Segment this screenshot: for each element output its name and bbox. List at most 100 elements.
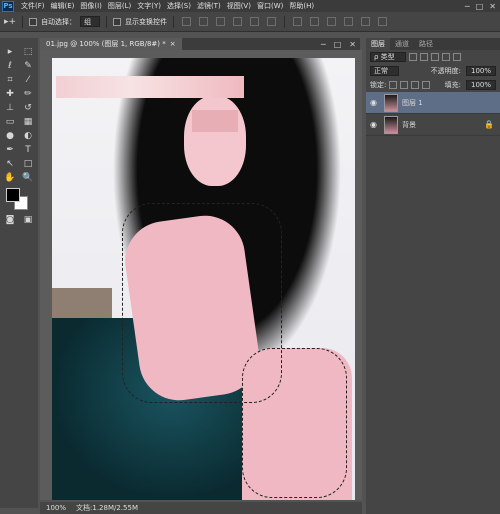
align-hcenter-icon[interactable] [250,17,260,26]
zoom-tool-icon[interactable]: 🔍 [20,172,36,184]
screen-mode-icon[interactable]: ▣ [20,214,36,226]
close-tab-icon[interactable]: × [170,40,176,48]
filter-smart-icon[interactable] [452,53,461,61]
opacity-label: 不透明度: [430,67,461,75]
history-brush-tool-icon[interactable]: ↺ [20,102,36,114]
quick-select-tool-icon[interactable]: ✎ [20,60,36,72]
blur-tool-icon[interactable]: ● [2,130,18,142]
auto-select-checkbox[interactable] [29,17,38,26]
maximize-icon[interactable]: □ [476,2,484,11]
document-window-controls: ─ □ ✕ [321,40,356,49]
move-tool-preset-icon[interactable]: ▸+ [4,17,16,27]
options-bar: ▸+ 自动选择： 组 显示变换控件 [0,12,500,32]
close-icon[interactable]: ✕ [489,2,496,11]
fill-input[interactable]: 100% [465,80,496,90]
visibility-eye-icon[interactable]: ◉ [370,98,380,107]
marquee-tool-icon[interactable]: ⬚ [20,46,36,58]
menu-edit[interactable]: 编辑(E) [48,1,78,11]
layer-filter-dropdown[interactable]: ρ 类型 [370,52,406,62]
menu-help[interactable]: 帮助(H) [286,1,317,11]
distribute-right-icon[interactable] [378,17,388,26]
distribute-vcenter-icon[interactable] [310,17,320,26]
menu-layer[interactable]: 图层(L) [105,1,134,11]
brush-tool-icon[interactable]: ✏ [20,88,36,100]
auto-select-dropdown[interactable]: 组 [80,16,101,27]
clone-stamp-tool-icon[interactable]: ⊥ [2,102,18,114]
tools-panel: ▸ ⬚ ℓ ✎ ⌗ ⁄ ✚ ✏ ⊥ ↺ ▭ ▦ ● ◐ ✒ T ↖ □ ✋ 🔍 … [0,38,38,508]
menu-bar: Ps 文件(F) 编辑(E) 图像(I) 图层(L) 文字(Y) 选择(S) 滤… [0,0,500,12]
align-bottom-icon[interactable] [216,17,226,26]
document-tab-bar: 01.jpg @ 100% (图层 1, RGB/8#) * × ─ □ ✕ [40,38,360,50]
document-title: 01.jpg @ 100% (图层 1, RGB/8#) * [46,40,166,48]
pen-tool-icon[interactable]: ✒ [2,144,18,156]
visibility-eye-icon[interactable]: ◉ [370,120,380,129]
menu-window[interactable]: 窗口(W) [254,1,286,11]
filter-pixel-icon[interactable] [408,53,417,61]
align-left-icon[interactable] [233,17,243,26]
selection-marquee [242,348,347,498]
gradient-tool-icon[interactable]: ▦ [20,116,36,128]
minimize-icon[interactable]: ─ [465,2,470,11]
tab-channels[interactable]: 通道 [390,38,414,50]
zoom-level[interactable]: 100% [46,504,66,512]
show-transform-checkbox[interactable] [113,17,122,26]
menu-file[interactable]: 文件(F) [18,1,48,11]
align-vcenter-icon[interactable] [199,17,209,26]
crop-tool-icon[interactable]: ⌗ [2,74,18,86]
type-tool-icon[interactable]: T [20,144,36,156]
divider [173,15,175,28]
document-size: 文档:1.28M/2.55M [76,504,138,512]
menu-image[interactable]: 图像(I) [77,1,105,11]
canvas-area[interactable] [40,50,362,500]
close-icon[interactable]: ✕ [349,40,356,49]
menu-filter[interactable]: 滤镜(T) [194,1,224,11]
dodge-tool-icon[interactable]: ◐ [20,130,36,142]
distribute-hcenter-icon[interactable] [361,17,371,26]
layer-row-layer1[interactable]: ◉ 图层 1 [366,92,500,114]
lock-pixels-icon[interactable] [400,81,409,89]
minimize-icon[interactable]: ─ [321,40,326,49]
foreground-color-swatch[interactable] [6,188,20,202]
distribute-left-icon[interactable] [344,17,354,26]
lock-label: 锁定: [370,81,387,89]
distribute-bottom-icon[interactable] [327,17,337,26]
status-bar: 100% 文档:1.28M/2.55M [40,502,362,514]
photo-canvas[interactable] [52,58,355,500]
divider [106,15,108,28]
tab-paths[interactable]: 路径 [414,38,438,50]
layer-name: 图层 1 [402,98,423,107]
filter-type-icon[interactable] [430,53,439,61]
layer-row-background[interactable]: ◉ 背景 🔒 [366,114,500,136]
blend-mode-dropdown[interactable]: 正常 [370,66,399,76]
distribute-top-icon[interactable] [293,17,303,26]
document-tab[interactable]: 01.jpg @ 100% (图层 1, RGB/8#) * × [40,38,182,50]
lasso-tool-icon[interactable]: ℓ [2,60,18,72]
healing-brush-tool-icon[interactable]: ✚ [2,88,18,100]
divider [22,15,24,28]
filter-adjust-icon[interactable] [419,53,428,61]
move-tool-icon[interactable]: ▸ [2,46,18,58]
path-select-tool-icon[interactable]: ↖ [2,158,18,170]
hand-tool-icon[interactable]: ✋ [2,172,18,184]
rectangle-tool-icon[interactable]: □ [20,158,36,170]
maximize-icon[interactable]: □ [334,40,342,49]
fill-label: 填充: [444,81,461,89]
layers-panel: 图层 通道 路径 ρ 类型 正常 不透明度: 100% 锁定: 填充: 100%… [366,38,500,514]
align-right-icon[interactable] [267,17,277,26]
lock-position-icon[interactable] [411,81,420,89]
menu-select[interactable]: 选择(S) [164,1,194,11]
blend-row: 正常 不透明度: 100% [366,64,500,78]
lock-all-icon[interactable] [422,81,431,89]
menu-type[interactable]: 文字(Y) [134,1,164,11]
blurred-eyes-patch [192,110,238,132]
lock-transparent-icon[interactable] [389,81,398,89]
filter-shape-icon[interactable] [441,53,450,61]
tab-layers[interactable]: 图层 [366,38,390,50]
opacity-input[interactable]: 100% [465,66,496,76]
quick-mask-icon[interactable]: ◙ [2,214,18,226]
menu-view[interactable]: 视图(V) [224,1,254,11]
eyedropper-tool-icon[interactable]: ⁄ [20,74,36,86]
eraser-tool-icon[interactable]: ▭ [2,116,18,128]
divider [284,15,286,28]
align-top-icon[interactable] [182,17,192,26]
